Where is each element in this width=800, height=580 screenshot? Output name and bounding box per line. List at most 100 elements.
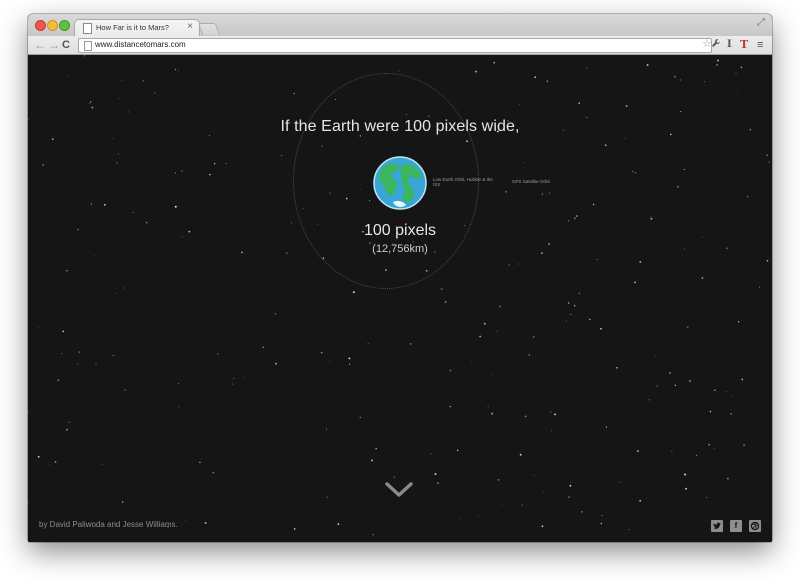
star — [639, 499, 642, 502]
tab-strip: How Far is it to Mars? × ⤢ — [28, 14, 772, 37]
browser-window: How Far is it to Mars? × ⤢ ← → C www.dis… — [28, 14, 772, 542]
star — [586, 67, 588, 69]
menu-icon[interactable]: ≡ — [757, 38, 763, 52]
star — [199, 461, 201, 463]
star — [320, 351, 323, 354]
close-window-button[interactable] — [35, 20, 46, 31]
maximize-window-button[interactable] — [59, 20, 70, 31]
star — [28, 502, 29, 504]
minimize-window-button[interactable] — [47, 20, 58, 31]
star — [532, 336, 535, 338]
star — [573, 217, 576, 220]
star — [578, 102, 580, 104]
star — [683, 168, 685, 171]
star — [165, 312, 167, 314]
star — [132, 211, 134, 214]
star — [601, 514, 603, 517]
star — [112, 354, 115, 357]
url-text[interactable]: www.distancetomars.com — [95, 40, 186, 49]
star — [524, 415, 527, 418]
browser-toolbar: ← → C www.distancetomars.com ☆ I T ≡ — [28, 36, 772, 55]
star — [696, 454, 698, 456]
leo-orbit-label: Low Earth Orbit, Hubble & the ISS — [433, 177, 493, 187]
star — [625, 105, 628, 107]
star — [57, 379, 60, 382]
earth-icon — [373, 156, 427, 210]
star — [674, 384, 676, 386]
star — [708, 443, 710, 446]
facebook-icon[interactable]: f — [730, 520, 742, 532]
new-tab-button[interactable] — [197, 23, 221, 35]
star — [534, 76, 536, 78]
star — [87, 107, 89, 109]
star — [174, 205, 177, 208]
star — [634, 281, 636, 284]
tab-close-icon[interactable]: × — [187, 21, 193, 32]
twitter-icon[interactable] — [711, 520, 723, 532]
wrench-icon[interactable] — [711, 38, 721, 53]
extension-t-icon[interactable]: T — [740, 38, 748, 52]
star — [679, 79, 681, 81]
star — [217, 353, 219, 355]
star — [326, 428, 328, 430]
star — [367, 343, 369, 345]
star — [589, 318, 591, 321]
star — [725, 391, 727, 393]
star — [550, 430, 552, 432]
star — [685, 487, 688, 490]
star — [352, 291, 355, 294]
star — [118, 98, 120, 99]
star — [743, 444, 745, 446]
star — [519, 453, 522, 456]
star — [37, 455, 40, 458]
star — [178, 406, 180, 408]
star — [88, 103, 90, 104]
extension-i-icon[interactable]: I — [727, 38, 732, 52]
star — [34, 159, 36, 161]
star — [766, 154, 768, 156]
star — [124, 389, 127, 391]
star — [703, 81, 705, 83]
page-icon — [83, 23, 92, 34]
star — [212, 471, 215, 474]
fullscreen-icon[interactable]: ⤢ — [757, 17, 765, 28]
star — [740, 66, 743, 69]
star — [275, 362, 278, 365]
star — [174, 172, 177, 174]
star — [493, 61, 496, 64]
star — [746, 195, 749, 198]
address-bar[interactable]: www.distancetomars.com ☆ — [78, 38, 712, 53]
headline: If the Earth were 100 pixels wide, — [280, 118, 520, 135]
star — [66, 428, 68, 431]
star — [656, 385, 658, 387]
star — [430, 453, 432, 455]
page-viewport: If the Earth were 100 pixels wide, Low E… — [28, 55, 772, 542]
star — [177, 70, 179, 72]
star — [578, 292, 581, 295]
earth-size-km: (12,756km) — [372, 243, 428, 255]
star — [600, 327, 602, 330]
forward-arrow-icon[interactable]: → — [48, 37, 60, 53]
star — [209, 173, 211, 176]
back-arrow-icon[interactable]: ← — [34, 37, 46, 53]
star — [280, 154, 283, 157]
star — [90, 101, 92, 103]
star — [128, 111, 130, 113]
star — [78, 351, 81, 354]
star — [359, 416, 362, 419]
star — [491, 373, 492, 375]
star — [677, 186, 679, 188]
star — [48, 464, 50, 465]
star — [491, 412, 494, 415]
dribbble-icon[interactable] — [749, 520, 761, 532]
reload-icon[interactable]: C — [62, 37, 70, 53]
star — [726, 477, 729, 480]
star — [77, 363, 79, 366]
star — [624, 138, 626, 139]
star — [213, 162, 216, 165]
star — [650, 216, 652, 218]
scroll-down-chevron-icon[interactable] — [384, 481, 414, 499]
browser-tab[interactable]: How Far is it to Mars? × — [74, 19, 200, 37]
star — [616, 367, 618, 369]
star — [293, 93, 295, 95]
